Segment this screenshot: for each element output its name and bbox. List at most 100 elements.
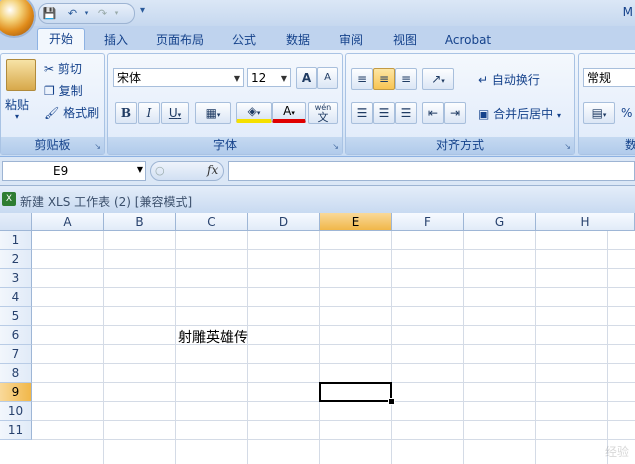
tab-data[interactable]: 数据 bbox=[279, 30, 317, 50]
spreadsheet-grid[interactable]: ABCDEFGH 1 2 3 4 5 6 7 8 9 10 11 射雕英雄传 bbox=[0, 213, 635, 464]
column-header-b[interactable]: B bbox=[104, 213, 176, 231]
column-header-d[interactable]: D bbox=[248, 213, 320, 231]
row-header-5[interactable]: 5 bbox=[0, 307, 32, 326]
name-box-value: E9 bbox=[53, 164, 69, 178]
chevron-down-icon[interactable]: ▾ bbox=[217, 111, 221, 119]
customize-qat-icon[interactable]: ▾ bbox=[140, 5, 145, 16]
undo-icon[interactable]: ↶ bbox=[65, 6, 80, 21]
gridline-horizontal bbox=[32, 344, 635, 345]
accounting-format-button[interactable]: ▤▾ bbox=[583, 102, 615, 124]
row-header-3[interactable]: 3 bbox=[0, 269, 32, 288]
paste-button[interactable]: 粘贴 bbox=[5, 96, 29, 113]
name-box[interactable]: E9 ▼ bbox=[2, 161, 146, 181]
row-header-8[interactable]: 8 bbox=[0, 364, 32, 383]
chevron-down-icon[interactable]: ▼ bbox=[281, 69, 287, 88]
gridline-vertical bbox=[319, 231, 320, 464]
fill-handle[interactable] bbox=[388, 398, 395, 405]
column-header-f[interactable]: F bbox=[392, 213, 464, 231]
number-format-combo[interactable]: 常规 bbox=[583, 68, 635, 87]
currency-icon: ▤ bbox=[591, 106, 603, 120]
align-center-button[interactable]: ☰ bbox=[373, 102, 395, 124]
align-right-button[interactable]: ☰ bbox=[395, 102, 417, 124]
underline-button[interactable]: U▾ bbox=[161, 102, 189, 124]
active-cell-border[interactable] bbox=[319, 382, 392, 402]
borders-button[interactable]: ▦▾ bbox=[195, 102, 231, 124]
tab-review[interactable]: 审阅 bbox=[332, 30, 370, 50]
font-name-combo[interactable]: 宋体 ▼ bbox=[113, 68, 244, 87]
top-align-button[interactable]: ≡ bbox=[351, 68, 373, 90]
copy-button[interactable]: ❐ 复制 bbox=[44, 82, 83, 99]
font-group-label: 字体 bbox=[108, 137, 342, 154]
row-header-1[interactable]: 1 bbox=[0, 231, 32, 250]
undo-dropdown-icon[interactable]: ▾ bbox=[79, 6, 94, 21]
orientation-button[interactable]: ↗▾ bbox=[422, 68, 454, 90]
column-header-c[interactable]: C bbox=[176, 213, 248, 231]
tab-page-layout[interactable]: 页面布局 bbox=[150, 30, 210, 50]
orientation-icon: ↗ bbox=[431, 72, 442, 86]
tab-insert[interactable]: 插入 bbox=[97, 30, 135, 50]
redo-dropdown-icon[interactable]: ▾ bbox=[109, 6, 124, 21]
font-name-value: 宋体 bbox=[117, 71, 142, 85]
tab-home[interactable]: 开始 bbox=[37, 28, 85, 51]
bold-button[interactable]: B bbox=[115, 102, 137, 124]
merge-center-button[interactable]: ▣ 合并后居中 ▾ bbox=[478, 105, 561, 122]
alignment-launcher-icon[interactable]: ↘ bbox=[564, 142, 571, 151]
column-header-g[interactable]: G bbox=[464, 213, 536, 231]
decrease-indent-icon: ⇤ bbox=[427, 106, 439, 120]
chevron-down-icon[interactable]: ▼ bbox=[137, 165, 143, 174]
row-header-2[interactable]: 2 bbox=[0, 250, 32, 269]
formula-input[interactable] bbox=[228, 161, 635, 181]
decrease-indent-button[interactable]: ⇤ bbox=[422, 102, 444, 124]
gridline-vertical bbox=[175, 231, 176, 464]
gridline-horizontal bbox=[32, 439, 635, 440]
tab-acrobat[interactable]: Acrobat bbox=[438, 30, 498, 50]
redo-icon[interactable]: ↷ bbox=[95, 6, 110, 21]
gridline-horizontal bbox=[32, 287, 635, 288]
row-header-9[interactable]: 9 bbox=[0, 383, 32, 402]
cell-c6[interactable]: 射雕英雄传 bbox=[178, 327, 248, 347]
clipboard-launcher-icon[interactable]: ↘ bbox=[94, 142, 101, 151]
insert-function-icon[interactable]: fx bbox=[207, 163, 218, 177]
align-left-button[interactable]: ☰ bbox=[351, 102, 373, 124]
bottom-align-button[interactable]: ≡ bbox=[395, 68, 417, 90]
chevron-down-icon[interactable]: ▾ bbox=[291, 109, 295, 117]
fill-color-button[interactable]: ◈▾ bbox=[236, 102, 272, 123]
column-header-e[interactable]: E bbox=[320, 213, 392, 231]
font-color-button[interactable]: A▾ bbox=[272, 102, 306, 123]
row-header-11[interactable]: 11 bbox=[0, 421, 32, 440]
chevron-down-icon[interactable]: ▾ bbox=[603, 111, 607, 119]
chevron-down-icon[interactable]: ▼ bbox=[234, 69, 240, 88]
save-icon[interactable]: 💾 bbox=[42, 6, 57, 21]
font-size-combo[interactable]: 12 ▼ bbox=[247, 68, 291, 87]
chevron-down-icon[interactable]: ▾ bbox=[257, 109, 261, 117]
chevron-down-icon[interactable]: ▾ bbox=[441, 77, 445, 85]
number-format-value: 常规 bbox=[587, 71, 612, 85]
top-align-icon: ≡ bbox=[356, 72, 368, 86]
font-launcher-icon[interactable]: ↘ bbox=[332, 142, 339, 151]
paste-dropdown-icon[interactable]: ▾ bbox=[15, 112, 19, 121]
row-header-4[interactable]: 4 bbox=[0, 288, 32, 307]
phonetic-guide-button[interactable]: wén 文 bbox=[308, 102, 338, 124]
row-header-7[interactable]: 7 bbox=[0, 345, 32, 364]
splitter-icon[interactable]: ○ bbox=[155, 164, 165, 177]
row-header-6[interactable]: 6 bbox=[0, 326, 32, 345]
column-header-a[interactable]: A bbox=[32, 213, 104, 231]
grow-font-button[interactable]: A bbox=[296, 67, 317, 89]
paste-icon[interactable] bbox=[6, 59, 36, 91]
tab-view[interactable]: 视图 bbox=[386, 30, 424, 50]
percent-button[interactable]: % bbox=[621, 106, 632, 120]
format-painter-button[interactable]: 🖌 格式刷 bbox=[44, 104, 99, 121]
select-all-corner[interactable] bbox=[0, 213, 32, 231]
middle-align-button[interactable]: ≡ bbox=[373, 68, 395, 90]
cut-button[interactable]: ✂ 剪切 bbox=[44, 60, 82, 77]
chevron-down-icon[interactable]: ▾ bbox=[178, 111, 182, 119]
column-header-h[interactable]: H bbox=[536, 213, 635, 231]
italic-button[interactable]: I bbox=[138, 102, 160, 124]
shrink-font-button[interactable]: A bbox=[317, 67, 338, 89]
row-header-10[interactable]: 10 bbox=[0, 402, 32, 421]
increase-indent-button[interactable]: ⇥ bbox=[444, 102, 466, 124]
gridline-horizontal bbox=[32, 363, 635, 364]
tab-formulas[interactable]: 公式 bbox=[224, 30, 264, 50]
wrap-text-button[interactable]: ↵ 自动换行 bbox=[478, 71, 540, 88]
chevron-down-icon[interactable]: ▾ bbox=[557, 111, 561, 120]
